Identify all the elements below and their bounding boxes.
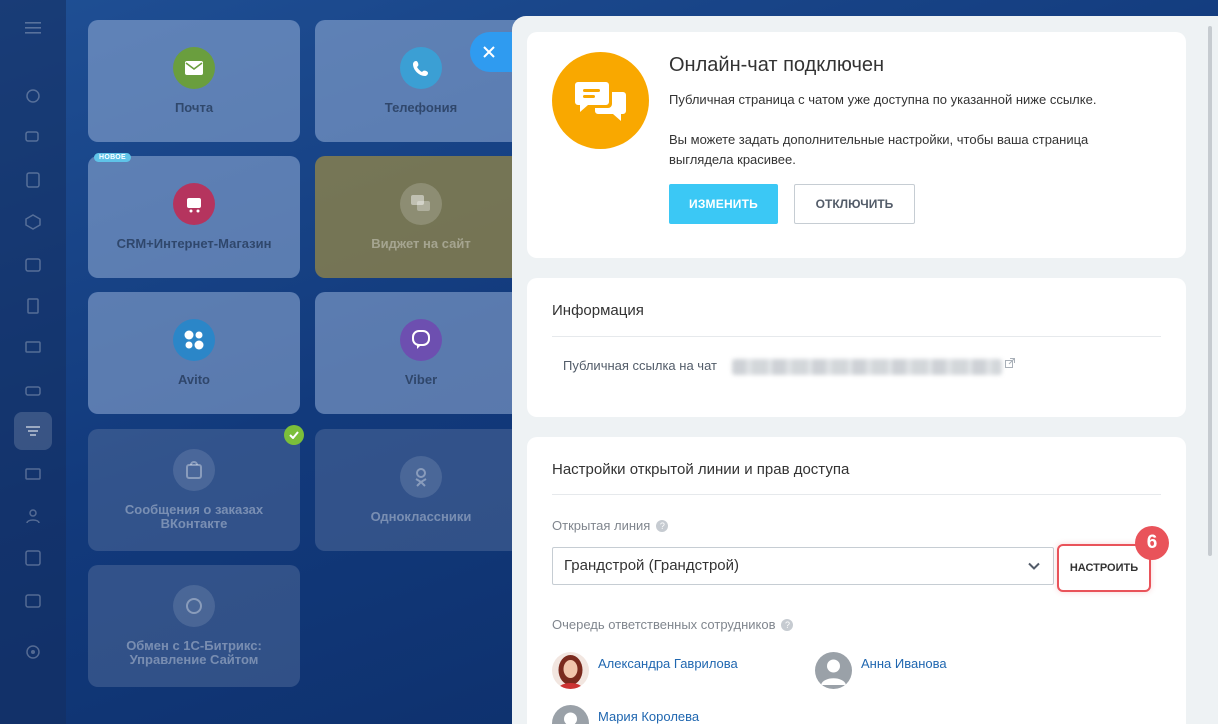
chevron-down-icon bbox=[1028, 562, 1040, 570]
close-slider-button[interactable] bbox=[470, 32, 518, 72]
chat-icon bbox=[400, 183, 442, 225]
menu-icon[interactable] bbox=[22, 17, 44, 39]
phone-icon bbox=[400, 47, 442, 89]
viber-icon bbox=[400, 319, 442, 361]
tile-label: Почта bbox=[174, 100, 214, 115]
sites-icon[interactable] bbox=[22, 337, 44, 359]
step-badge: 6 bbox=[1135, 526, 1169, 560]
disable-button[interactable]: ОТКЛЮЧИТЬ bbox=[794, 184, 915, 224]
settings-title: Настройки открытой линии и прав доступа bbox=[552, 461, 850, 478]
crm-icon[interactable] bbox=[22, 211, 44, 233]
divider bbox=[552, 336, 1161, 337]
open-line-settings-card: Настройки открытой линии и прав доступа … bbox=[527, 437, 1186, 724]
scrollbar[interactable] bbox=[1208, 26, 1212, 556]
calendar-icon[interactable] bbox=[22, 253, 44, 275]
open-line-select[interactable]: Грандстрой (Грандстрой) bbox=[552, 547, 1054, 585]
divider bbox=[552, 494, 1161, 495]
tile-vk-orders[interactable]: Сообщения о заказах ВКонтакте bbox=[88, 425, 304, 551]
public-link-redacted[interactable] bbox=[732, 359, 1002, 375]
tasks-icon[interactable] bbox=[22, 169, 44, 191]
status-title: Онлайн-чат подключен bbox=[669, 54, 885, 76]
close-icon bbox=[483, 46, 495, 58]
tile-label: Одноклассники bbox=[370, 509, 472, 524]
tile-label: Виджет на сайт bbox=[371, 236, 471, 251]
contact-center-icon[interactable] bbox=[22, 420, 44, 442]
tile-bitrix-exchange[interactable]: Обмен с 1С-Битрикс: Управление Сайтом bbox=[88, 565, 300, 687]
tile-crm-store[interactable]: НОВОЕ CRM+Интернет-Магазин bbox=[88, 153, 300, 278]
open-line-label-row: Открытая линия? bbox=[552, 518, 669, 533]
user-name: Мария Королева bbox=[598, 709, 700, 724]
tile-mail[interactable]: Почта bbox=[88, 20, 300, 142]
avatar bbox=[552, 652, 589, 689]
help-icon[interactable]: ? bbox=[781, 619, 794, 631]
store-icon bbox=[173, 183, 215, 225]
user-name: Анна Иванова bbox=[861, 656, 947, 671]
store-icon[interactable] bbox=[22, 379, 44, 401]
tile-label: Avito bbox=[177, 372, 211, 387]
information-title: Информация bbox=[552, 302, 644, 319]
external-link-icon[interactable] bbox=[1005, 358, 1015, 371]
planner-icon[interactable] bbox=[22, 589, 44, 611]
vk-icon bbox=[173, 449, 215, 491]
tile-avito[interactable]: Avito bbox=[88, 292, 300, 414]
settings-icon[interactable] bbox=[22, 641, 44, 663]
checklist-icon[interactable] bbox=[22, 547, 44, 569]
chat-icon[interactable] bbox=[22, 127, 44, 149]
connected-check-icon bbox=[284, 425, 304, 445]
online-chat-icon bbox=[552, 52, 649, 149]
mail-icon[interactable] bbox=[22, 463, 44, 485]
open-line-value: Грандстрой (Грандстрой) bbox=[564, 557, 740, 574]
tile-odnoklassniki[interactable]: Одноклассники bbox=[315, 429, 527, 551]
tile-site-widget[interactable]: Виджет на сайт bbox=[315, 156, 527, 278]
status-card: Онлайн-чат подключен Публичная страница … bbox=[527, 32, 1186, 258]
public-link-label: Публичная ссылка на чат bbox=[563, 358, 717, 373]
queue-label: Очередь ответственных сотрудников bbox=[552, 617, 776, 632]
queue-label-row: Очередь ответственных сотрудников? bbox=[552, 617, 794, 632]
change-button[interactable]: ИЗМЕНИТЬ bbox=[669, 184, 778, 224]
settings-slider-panel: Онлайн-чат подключен Публичная страница … bbox=[512, 16, 1218, 724]
feed-icon[interactable] bbox=[22, 85, 44, 107]
tile-viber[interactable]: Viber bbox=[315, 292, 527, 414]
avatar bbox=[552, 705, 589, 724]
tile-label: Сообщения о заказах ВКонтакте bbox=[124, 502, 264, 531]
queue-user[interactable]: Мария Королева bbox=[552, 705, 699, 724]
tile-label: CRM+Интернет-Магазин bbox=[116, 236, 272, 251]
user-name: Александра Гаврилова bbox=[598, 656, 738, 671]
avatar bbox=[815, 652, 852, 689]
queue-user[interactable]: Александра Гаврилова bbox=[552, 652, 738, 689]
queue-user[interactable]: Анна Иванова bbox=[815, 652, 947, 689]
docs-icon[interactable] bbox=[22, 295, 44, 317]
help-icon[interactable]: ? bbox=[656, 520, 669, 532]
avito-icon bbox=[173, 319, 215, 361]
status-text-secondary: Вы можете задать дополнительные настройк… bbox=[669, 132, 1089, 167]
bitrix-icon bbox=[173, 585, 215, 627]
left-nav-rail bbox=[0, 0, 66, 724]
new-badge: НОВОЕ bbox=[94, 153, 131, 162]
users-icon[interactable] bbox=[22, 505, 44, 527]
tile-label: Viber bbox=[404, 372, 438, 387]
mail-icon bbox=[173, 47, 215, 89]
ok-icon bbox=[400, 456, 442, 498]
tile-label: Телефония bbox=[384, 100, 458, 115]
open-line-label: Открытая линия bbox=[552, 518, 651, 533]
tile-label: Обмен с 1С-Битрикс: Управление Сайтом bbox=[126, 638, 262, 667]
information-card: Информация Публичная ссылка на чат bbox=[527, 278, 1186, 417]
status-text-primary: Публичная страница с чатом уже доступна … bbox=[669, 92, 1097, 107]
